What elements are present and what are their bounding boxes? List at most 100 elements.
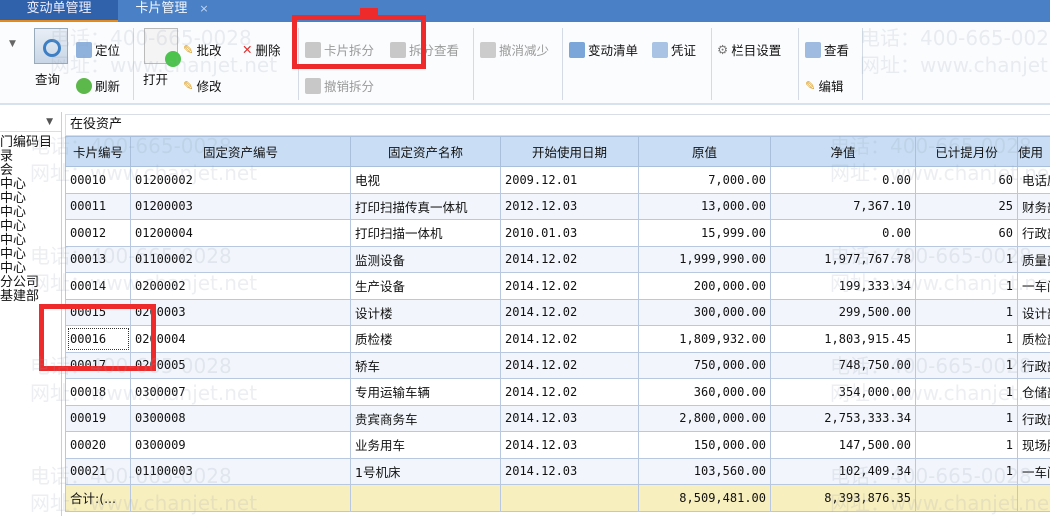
editor-button[interactable]: ✎ 编辑: [805, 76, 844, 95]
tree-item[interactable]: 中心: [0, 220, 61, 234]
tree-item[interactable]: 会: [0, 164, 61, 178]
table-cell[interactable]: 设计楼: [350, 298, 501, 326]
table-cell[interactable]: 一车间: [1017, 272, 1050, 300]
table-cell[interactable]: 299,500.00: [770, 298, 916, 326]
tree-dropdown[interactable]: ▼: [0, 112, 61, 132]
table-row[interactable]: 00017 0200005 轿车 2014.12.02 750,000.00 748,75…: [65, 351, 1050, 379]
table-cell[interactable]: 0.00: [770, 219, 916, 247]
column-header[interactable]: 已计提月份: [915, 136, 1018, 167]
tree-item[interactable]: 中心: [0, 248, 61, 262]
table-cell[interactable]: 1: [915, 404, 1018, 432]
table-cell[interactable]: 行政部: [1017, 351, 1050, 379]
table-cell[interactable]: 监测设备: [350, 245, 501, 273]
table-cell[interactable]: 2014.12.03: [500, 457, 639, 485]
table-cell[interactable]: 质检楼: [350, 325, 501, 353]
table-cell[interactable]: 1: [915, 378, 1018, 406]
table-cell[interactable]: 电话房: [1017, 166, 1050, 194]
table-row[interactable]: 00020 0300009 业务用车 2014.12.03 150,000.00 147,…: [65, 431, 1050, 459]
table-cell[interactable]: 147,500.00: [770, 431, 916, 459]
table-cell[interactable]: 00019: [65, 404, 131, 432]
table-cell[interactable]: 1,977,767.78: [770, 245, 916, 273]
table-row[interactable]: 00010 01200002 电视 2009.12.01 7,000.00 0.00 60 电…: [65, 166, 1050, 194]
table-row[interactable]: 00015 0200003 设计楼 2014.12.02 300,000.00 299,5…: [65, 298, 1050, 326]
open-button[interactable]: 打开: [143, 69, 168, 88]
table-cell[interactable]: 00011: [65, 192, 131, 220]
table-cell[interactable]: 2014.12.02: [500, 351, 639, 379]
table-cell[interactable]: 199,333.34: [770, 272, 916, 300]
table-row[interactable]: 00011 01200003 打印扫描传真一体机 2012.12.03 13,000.0…: [65, 192, 1050, 220]
table-cell[interactable]: 25: [915, 192, 1018, 220]
table-cell[interactable]: 1: [915, 298, 1018, 326]
table-cell[interactable]: 2014.12.03: [500, 404, 639, 432]
table-cell[interactable]: 财务部: [1017, 192, 1050, 220]
undo-reduce-button[interactable]: 撤消减少: [480, 40, 549, 59]
table-cell[interactable]: 15,999.00: [638, 219, 771, 247]
table-cell[interactable]: 748,750.00: [770, 351, 916, 379]
table-cell[interactable]: 200,000.00: [638, 272, 771, 300]
column-header[interactable]: 净值: [770, 136, 916, 167]
open-icon[interactable]: [144, 28, 181, 67]
column-header[interactable]: 固定资产名称: [350, 136, 501, 167]
table-row[interactable]: 00014 0200002 生产设备 2014.12.02 200,000.00 199,…: [65, 272, 1050, 300]
table-cell[interactable]: 1,803,915.45: [770, 325, 916, 353]
undo-split-button[interactable]: 撤销拆分: [305, 76, 374, 95]
tree-item[interactable]: 中心: [0, 178, 61, 192]
toolbar-dropdown-icon[interactable]: ▼: [9, 39, 16, 49]
table-cell[interactable]: 103,560.00: [638, 457, 771, 485]
tree-item[interactable]: 中心: [0, 234, 61, 248]
table-cell[interactable]: 0300007: [130, 378, 351, 406]
table-cell[interactable]: 00012: [65, 219, 131, 247]
column-header[interactable]: 使用: [1017, 136, 1050, 167]
table-cell[interactable]: 1号机床: [350, 457, 501, 485]
view-button[interactable]: 查看: [805, 40, 849, 59]
table-cell[interactable]: 00021: [65, 457, 131, 485]
table-cell[interactable]: 01200004: [130, 219, 351, 247]
table-cell[interactable]: 1: [915, 325, 1018, 353]
table-cell[interactable]: 7,367.10: [770, 192, 916, 220]
table-cell[interactable]: 电视: [350, 166, 501, 194]
table-cell[interactable]: 00010: [65, 166, 131, 194]
table-cell[interactable]: 2014.12.02: [500, 378, 639, 406]
table-cell[interactable]: 60: [915, 166, 1018, 194]
table-cell[interactable]: 0300009: [130, 431, 351, 459]
table-cell[interactable]: 0200004: [130, 325, 351, 353]
table-cell[interactable]: 1: [915, 272, 1018, 300]
table-row[interactable]: 00018 0300007 专用运输车辆 2014.12.02 360,000.00 35…: [65, 378, 1050, 406]
tree-item[interactable]: 中心: [0, 192, 61, 206]
table-cell[interactable]: 0200003: [130, 298, 351, 326]
table-cell[interactable]: 0200005: [130, 351, 351, 379]
column-settings-button[interactable]: ⚙ 栏目设置: [717, 40, 781, 59]
refresh-button[interactable]: 刷新: [76, 76, 120, 95]
table-row[interactable]: 00019 0300008 贵宾商务车 2014.12.03 2,800,000.00 2…: [65, 404, 1050, 432]
table-row[interactable]: 00021 01100003 1号机床 2014.12.03 103,560.00 102…: [65, 457, 1050, 485]
table-cell[interactable]: 102,409.34: [770, 457, 916, 485]
table-row[interactable]: 00016 0200004 质检楼 2014.12.02 1,809,932.00 1,8…: [65, 325, 1050, 353]
table-cell[interactable]: 00014: [65, 272, 131, 300]
close-icon[interactable]: ×: [199, 2, 208, 15]
table-cell[interactable]: 生产设备: [350, 272, 501, 300]
table-cell[interactable]: 设计部: [1017, 298, 1050, 326]
table-cell[interactable]: 750,000.00: [638, 351, 771, 379]
table-cell[interactable]: 行政部: [1017, 404, 1050, 432]
tree-item[interactable]: 门编码目录: [0, 136, 61, 164]
table-cell[interactable]: 01100003: [130, 457, 351, 485]
table-cell[interactable]: 行政部: [1017, 219, 1050, 247]
table-cell[interactable]: 2014.12.02: [500, 325, 639, 353]
table-cell[interactable]: 00018: [65, 378, 131, 406]
table-cell[interactable]: 150,000.00: [638, 431, 771, 459]
table-cell[interactable]: 打印扫描传真一体机: [350, 192, 501, 220]
table-cell[interactable]: 2,753,333.34: [770, 404, 916, 432]
table-cell[interactable]: 300,000.00: [638, 298, 771, 326]
tree-item[interactable]: 分公司: [0, 276, 61, 290]
table-cell[interactable]: 0.00: [770, 166, 916, 194]
table-cell[interactable]: 一车间: [1017, 457, 1050, 485]
table-cell[interactable]: 2010.01.03: [500, 219, 639, 247]
query-button[interactable]: 查询: [35, 69, 60, 88]
table-cell[interactable]: 业务用车: [350, 431, 501, 459]
table-cell[interactable]: 01200003: [130, 192, 351, 220]
query-icon[interactable]: [34, 28, 68, 64]
batch-edit-button[interactable]: ✎ 批改: [183, 40, 222, 59]
table-cell[interactable]: 60: [915, 219, 1018, 247]
table-cell[interactable]: 7,000.00: [638, 166, 771, 194]
table-cell[interactable]: 贵宾商务车: [350, 404, 501, 432]
